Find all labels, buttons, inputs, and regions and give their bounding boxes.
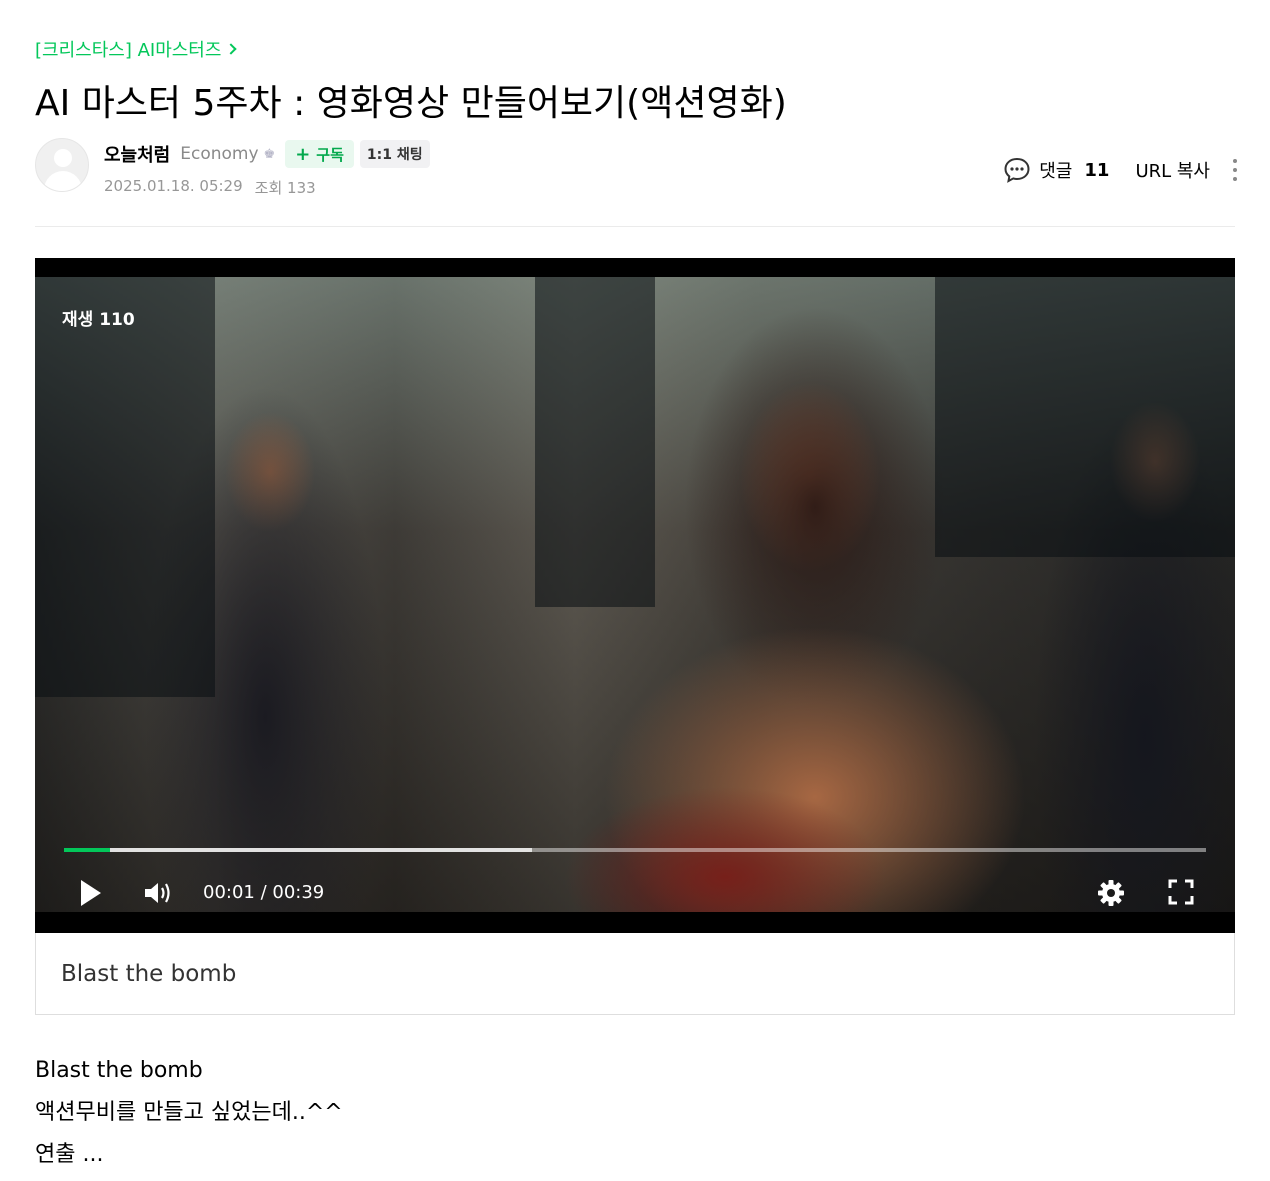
- post-meta: 2025.01.18. 05:29 조회 133: [104, 177, 316, 198]
- comment-count: 11: [1084, 159, 1110, 181]
- post-content: Blast the bomb 액션무비를 만들고 싶었는데..^^ 연출 ...: [35, 1050, 343, 1176]
- video-time: 00:01 / 00:39: [203, 882, 325, 903]
- plus-icon: +: [295, 143, 311, 165]
- progress-bar[interactable]: [64, 848, 1206, 852]
- author-info: 오늘처럼 Economy ♚ + 구독 1:1 채팅: [104, 140, 430, 168]
- settings-button[interactable]: [1095, 877, 1127, 909]
- progress-fill: [64, 848, 110, 852]
- video-frame[interactable]: 재생 110: [35, 277, 1235, 912]
- video-controls: 00:01 / 00:39: [35, 872, 1235, 912]
- url-copy-button[interactable]: URL 복사: [1135, 157, 1210, 183]
- crown-icon: ♚: [263, 146, 276, 162]
- author-name[interactable]: 오늘처럼: [104, 141, 170, 167]
- volume-button[interactable]: [143, 879, 175, 907]
- chevron-right-icon: [225, 43, 238, 55]
- play-count: 재생 110: [62, 310, 135, 330]
- board-link-label: [크리스타스] AI마스터즈: [35, 40, 222, 61]
- post-tools: 댓글 11 URL 복사: [1003, 154, 1242, 186]
- video-caption: Blast the bomb: [35, 933, 1235, 1015]
- content-line: Blast the bomb: [35, 1058, 203, 1083]
- divider: [35, 226, 1235, 227]
- video-player[interactable]: 재생 110 00:01 / 00:39: [35, 258, 1235, 933]
- fullscreen-button[interactable]: [1167, 878, 1195, 906]
- volume-icon: [145, 883, 170, 903]
- post-date: 2025.01.18. 05:29: [104, 177, 243, 195]
- avatar[interactable]: [35, 138, 89, 192]
- subscribe-button[interactable]: + 구독: [285, 140, 354, 168]
- post-views: 조회 133: [254, 179, 316, 197]
- gear-icon: [1098, 880, 1124, 906]
- more-options-button[interactable]: [1228, 155, 1242, 185]
- content-line: 연출 ...: [35, 1142, 104, 1167]
- progress-buffer: [64, 848, 533, 852]
- content-line: 액션무비를 만들고 싶었는데..^^: [35, 1100, 343, 1125]
- post-title: AI 마스터 5주차 : 영화영상 만들어보기(액션영화): [35, 83, 787, 124]
- chat-button[interactable]: 1:1 채팅: [359, 140, 430, 168]
- author-level: Economy: [180, 144, 259, 164]
- subscribe-label: 구독: [316, 145, 344, 164]
- fullscreen-icon: [1168, 879, 1194, 905]
- comment-icon: [1004, 157, 1030, 183]
- comment-button[interactable]: 댓글 11: [1003, 156, 1109, 184]
- comment-label: 댓글: [1039, 161, 1073, 182]
- board-link[interactable]: [크리스타스] AI마스터즈: [35, 36, 238, 62]
- play-button[interactable]: [79, 880, 103, 906]
